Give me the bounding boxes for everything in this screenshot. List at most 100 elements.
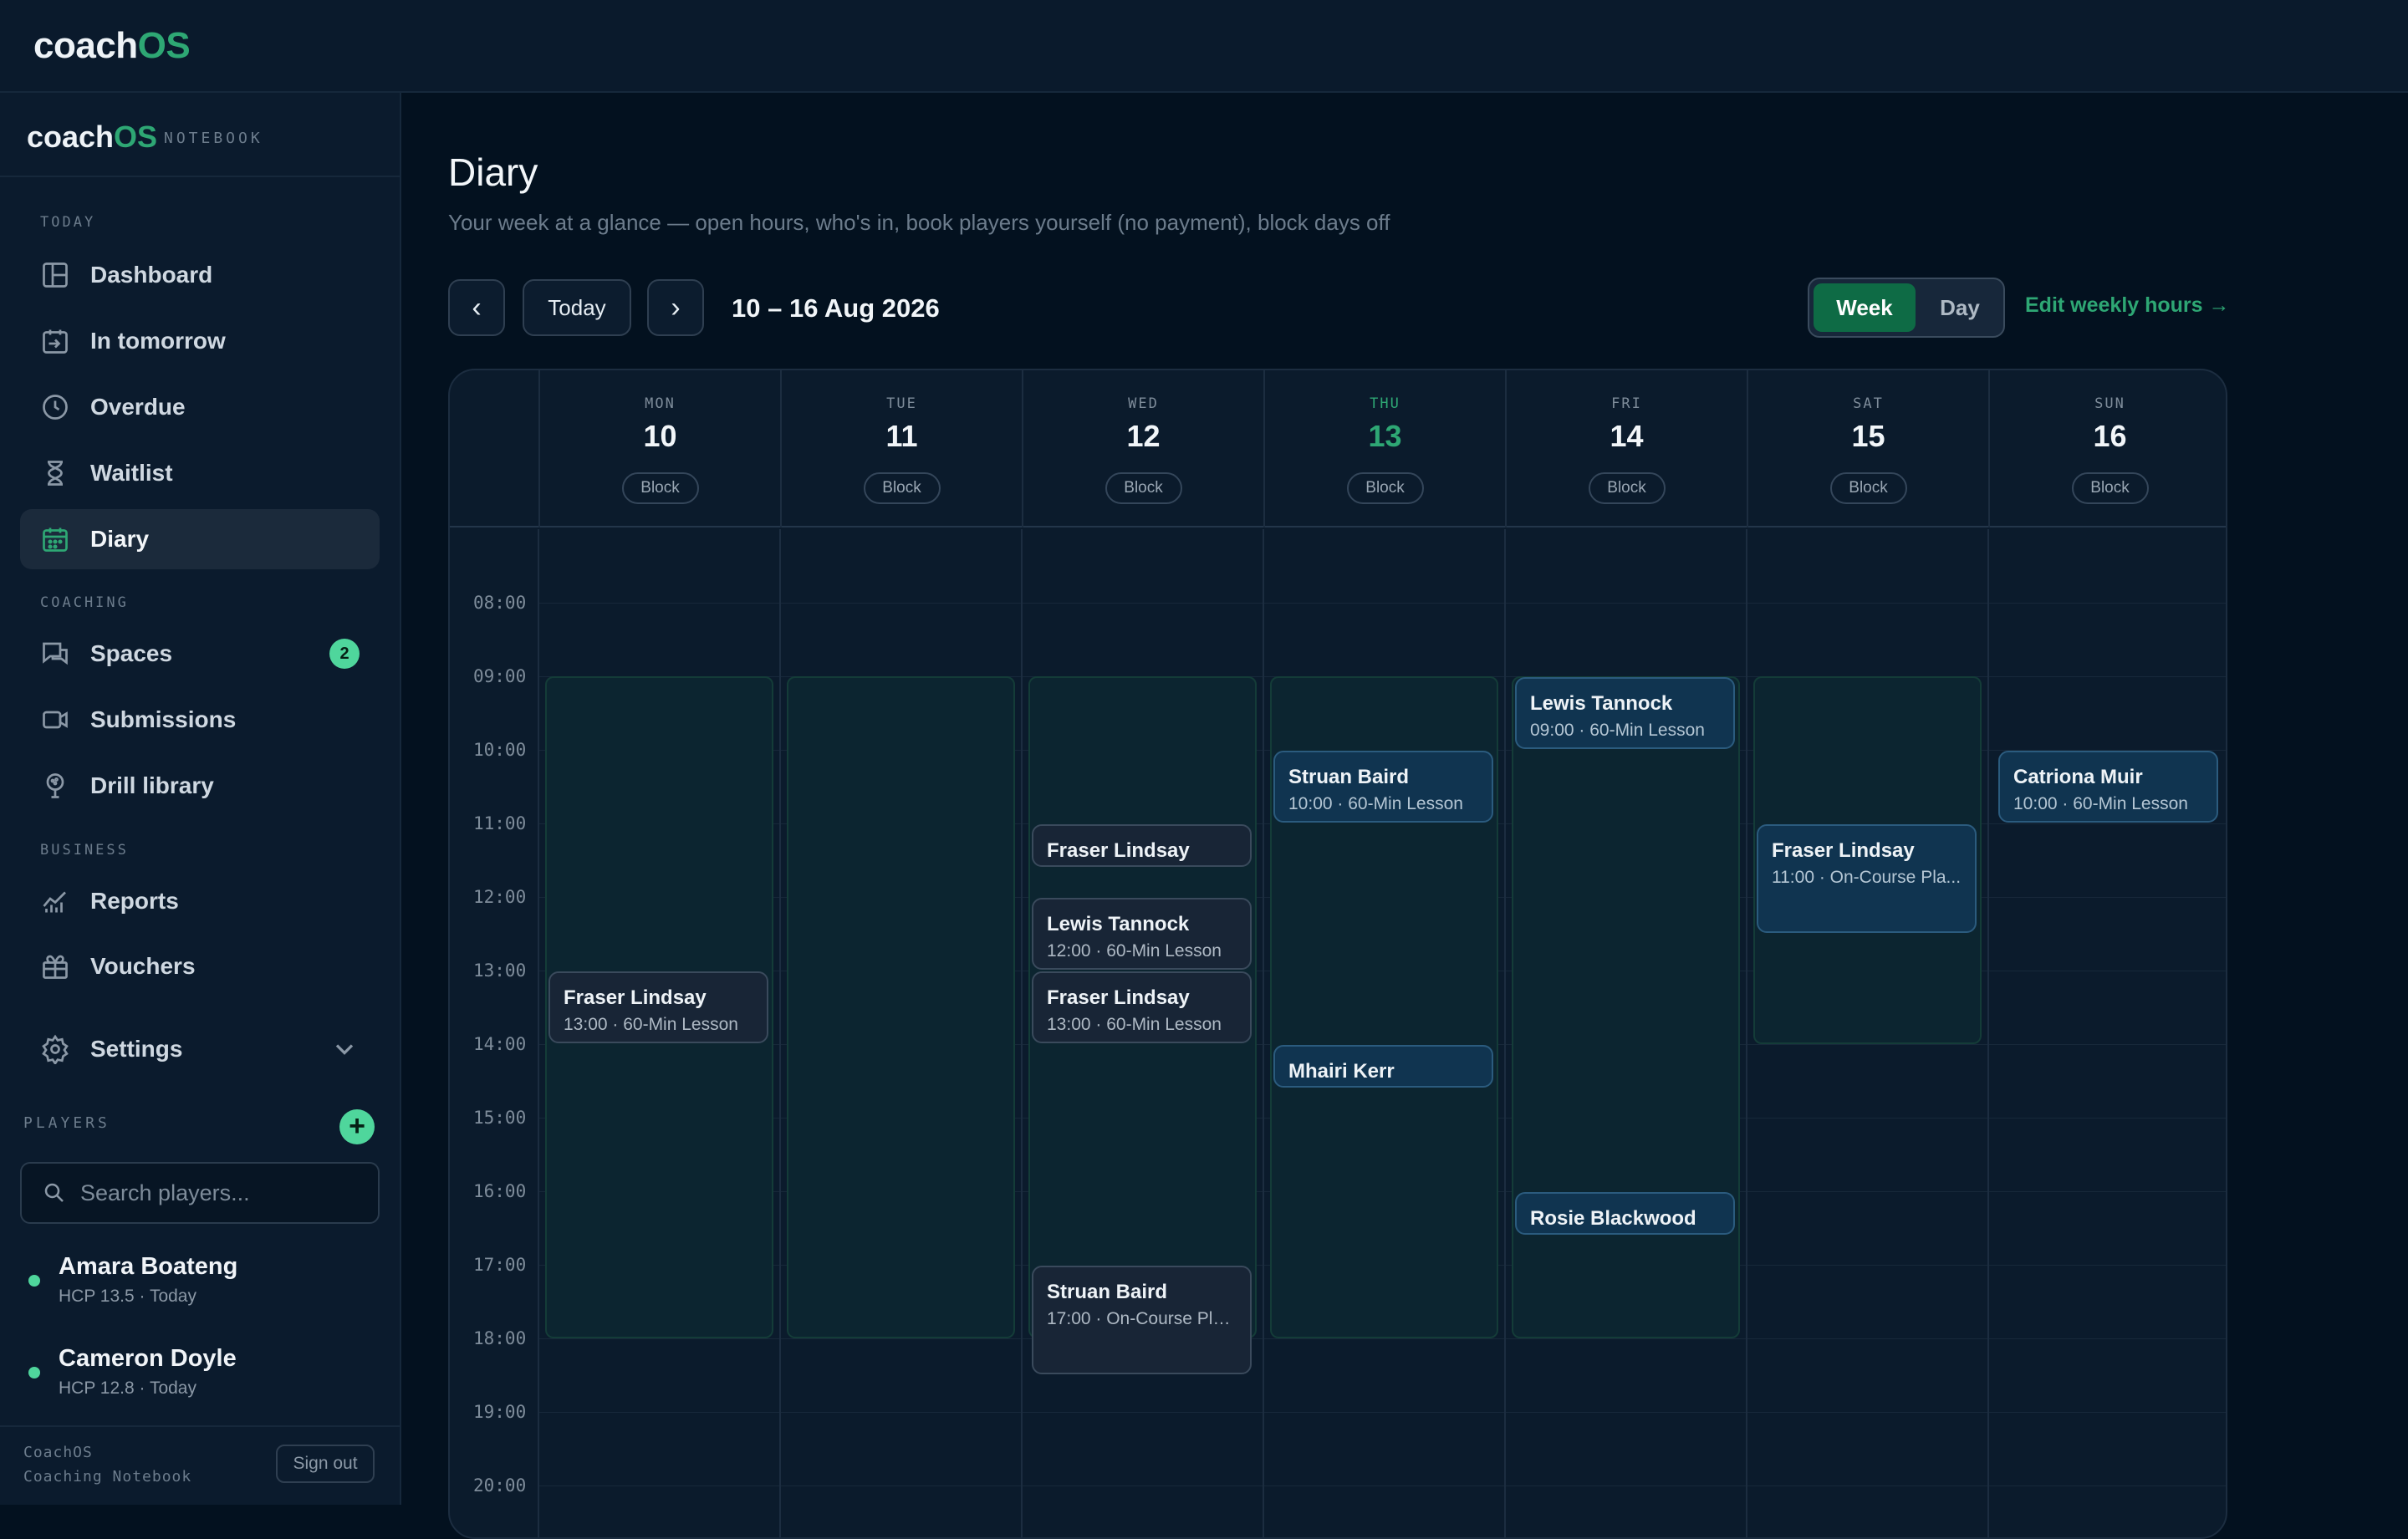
sign-out-button[interactable]: Sign out <box>276 1445 375 1483</box>
sidebar-item-in-tomorrow[interactable]: In tomorrow <box>20 311 380 371</box>
add-player-button[interactable]: + <box>339 1109 375 1144</box>
player-list-item[interactable]: Amara Boateng HCP 13.5 · Today <box>27 1253 378 1320</box>
hour-label: 18:00 <box>473 1328 527 1348</box>
status-dot <box>28 1367 40 1378</box>
prev-week-button[interactable]: ‹ <box>448 279 505 336</box>
booking-event[interactable]: Mhairi Kerr <box>1273 1045 1493 1088</box>
hour-label: 10:00 <box>473 740 527 760</box>
sidebar-item-waitlist[interactable]: Waitlist <box>20 443 380 503</box>
players-section-label: PLAYERS <box>23 1114 110 1132</box>
block-day-button[interactable]: Block <box>621 472 699 504</box>
dashboard-icon <box>43 262 68 288</box>
sidebar-item-submissions[interactable]: Submissions <box>20 690 380 750</box>
hour-label: 17:00 <box>473 1255 527 1275</box>
booking-detail: 10:00 · 60-Min Lesson <box>2013 794 2188 813</box>
day-number[interactable]: 10 <box>540 419 780 454</box>
player-meta: HCP 13.5 · Today <box>59 1287 196 1306</box>
booking-detail: 13:00 · 60-Min Lesson <box>1047 1015 1222 1034</box>
booking-event[interactable]: Lewis Tannock 09:00 · 60-Min Lesson <box>1515 677 1735 749</box>
booking-player-name: Fraser Lindsay <box>1772 839 1915 862</box>
hour-label: 08:00 <box>473 593 527 613</box>
sidebar-item-label: Waitlist <box>90 460 173 486</box>
sidebar-item-vouchers[interactable]: Vouchers <box>20 936 380 996</box>
hourglass-icon <box>48 461 63 486</box>
player-name: Cameron Doyle <box>59 1345 237 1372</box>
day-number[interactable]: 14 <box>1507 419 1747 454</box>
top-bar: coachOS <box>0 0 2408 93</box>
booking-event[interactable]: Struan Baird 10:00 · 60-Min Lesson <box>1273 751 1493 823</box>
chat-icon <box>43 642 68 665</box>
section-label-business: BUSINESS <box>40 842 129 859</box>
day-number[interactable]: 12 <box>1023 419 1263 454</box>
day-view-button[interactable]: Day <box>1920 283 2000 332</box>
day-column-divider <box>538 529 539 1537</box>
sidebar-item-label: Dashboard <box>90 262 213 288</box>
sidebar-item-label: Drill library <box>90 772 214 798</box>
booking-event[interactable]: Fraser Lindsay 13:00 · 60-Min Lesson <box>548 971 768 1043</box>
day-of-week: SUN <box>2094 395 2125 412</box>
chevron-down-icon <box>335 1044 354 1055</box>
block-day-button[interactable]: Block <box>1346 472 1424 504</box>
sidebar-item-overdue[interactable]: Overdue <box>20 377 380 437</box>
booking-event[interactable]: Fraser Lindsay 13:00 · 60-Min Lesson <box>1032 971 1252 1043</box>
hour-label: 11:00 <box>473 813 527 833</box>
view-toggle: Week Day <box>1808 278 2005 338</box>
sidebar-item-reports[interactable]: Reports <box>20 871 380 931</box>
block-day-button[interactable]: Block <box>1829 472 1907 504</box>
app-logo[interactable]: coachOS <box>33 25 191 67</box>
player-meta: HCP 12.8 · Today <box>59 1378 196 1398</box>
hour-gridline <box>538 1338 2226 1339</box>
day-header-tue: TUE 11 Block <box>780 370 1022 527</box>
open-hours-block[interactable] <box>787 676 1015 1338</box>
open-hours-block[interactable] <box>1512 676 1740 1338</box>
hour-label: 15:00 <box>473 1108 527 1128</box>
date-range: 10 – 16 Aug 2026 <box>732 293 940 323</box>
booking-player-name: Catriona Muir <box>2013 766 2143 788</box>
booking-event[interactable]: Struan Baird 17:00 · On-Course Pla... <box>1032 1266 1252 1374</box>
day-number[interactable]: 11 <box>782 419 1022 454</box>
player-list-item[interactable]: Cameron Doyle HCP 12.8 · Today <box>27 1345 378 1412</box>
day-of-week: SAT <box>1853 395 1884 412</box>
next-week-button[interactable]: › <box>647 279 704 336</box>
week-calendar: MON 10 Block TUE 11 Block WED 12 Block THU 13 Block… <box>448 369 2227 1539</box>
booking-event[interactable]: Fraser Lindsay 11:00 · On-Course Pla... <box>1757 824 1977 933</box>
page-title: Diary <box>448 150 538 194</box>
sidebar-item-settings[interactable]: Settings <box>20 1019 380 1079</box>
divider <box>0 1425 400 1427</box>
hour-gridline <box>538 603 2226 604</box>
sidebar-item-dashboard[interactable]: Dashboard <box>20 245 380 305</box>
notebook-label: NOTEBOOK <box>164 130 263 147</box>
calendar-grid: 08:00 09:00 10:00 11:00 12:00 13:00 14:00 15:00… <box>450 529 2226 1537</box>
block-day-button[interactable]: Block <box>1588 472 1666 504</box>
divider <box>0 176 400 177</box>
booking-event[interactable]: Catriona Muir 10:00 · 60-Min Lesson <box>1998 751 2218 823</box>
sidebar-item-drill-library[interactable]: Drill library <box>20 756 380 816</box>
block-day-button[interactable]: Block <box>2071 472 2149 504</box>
day-header-sat: SAT 15 Block <box>1747 370 1988 527</box>
day-header-sun: SUN 16 Block <box>1988 370 2226 527</box>
day-number[interactable]: 16 <box>1990 419 2226 454</box>
day-number[interactable]: 13 <box>1265 419 1505 454</box>
player-search <box>20 1162 380 1224</box>
day-header-mon: MON 10 Block <box>538 370 780 527</box>
search-input[interactable] <box>80 1180 365 1206</box>
week-view-button[interactable]: Week <box>1814 283 1916 332</box>
booking-event[interactable]: Fraser Lindsay <box>1032 824 1252 867</box>
block-day-button[interactable]: Block <box>1105 472 1182 504</box>
section-label-coaching: COACHING <box>40 594 129 611</box>
booking-player-name: Lewis Tannock <box>1047 913 1190 935</box>
hour-label: 19:00 <box>473 1402 527 1422</box>
booking-event[interactable]: Rosie Blackwood <box>1515 1192 1735 1235</box>
booking-event[interactable]: Lewis Tannock 12:00 · 60-Min Lesson <box>1032 898 1252 970</box>
edit-weekly-hours-link[interactable]: Edit weekly hours → <box>2025 293 2230 318</box>
day-number[interactable]: 15 <box>1748 419 1988 454</box>
day-of-week: MON <box>645 395 676 412</box>
sidebar-item-diary[interactable]: Diary <box>20 509 380 569</box>
sidebar-item-label: Spaces <box>90 640 173 666</box>
block-day-button[interactable]: Block <box>863 472 941 504</box>
day-column-divider <box>1263 529 1264 1537</box>
day-of-week: WED <box>1128 395 1159 412</box>
sidebar-item-spaces[interactable]: Spaces 2 <box>20 624 380 684</box>
booking-detail: 11:00 · On-Course Pla... <box>1772 868 1962 887</box>
today-button[interactable]: Today <box>523 279 631 336</box>
